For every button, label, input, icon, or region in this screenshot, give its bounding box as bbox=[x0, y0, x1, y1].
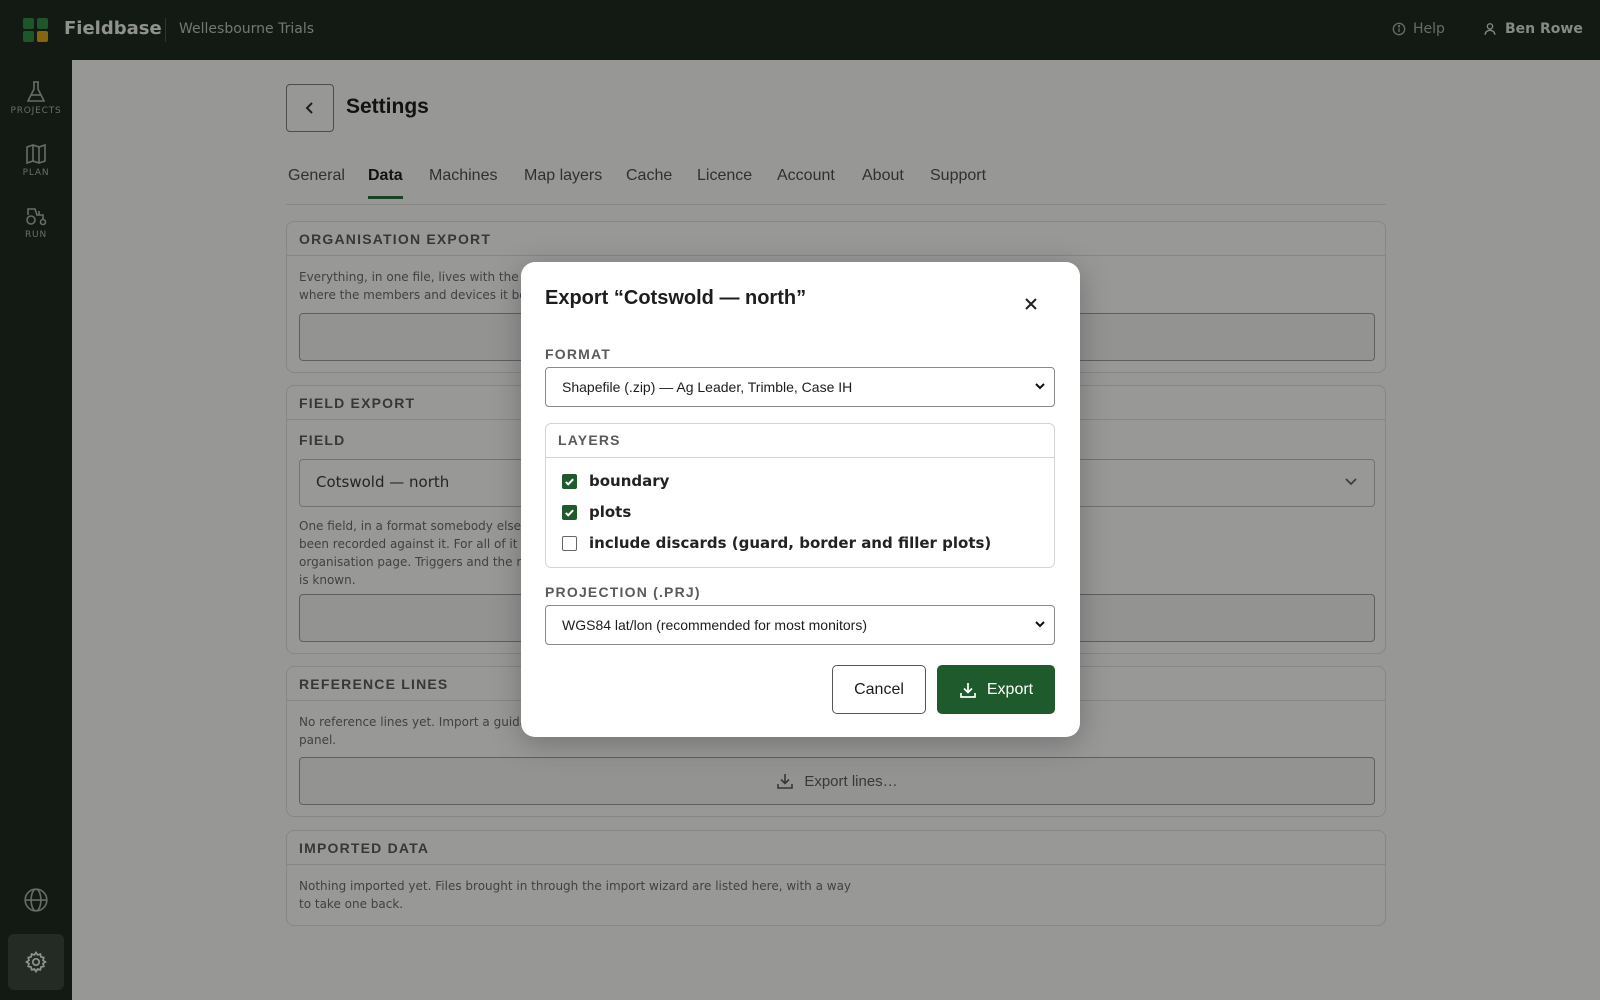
layers-label: LAYERS bbox=[546, 424, 1054, 458]
dialog-title: Export “Cotswold — north” bbox=[545, 287, 807, 309]
check-icon bbox=[565, 478, 574, 486]
layer-label: include discards (guard, border and fill… bbox=[589, 534, 992, 552]
projection-select[interactable]: WGS84 lat/lon (recommended for most moni… bbox=[545, 605, 1055, 645]
layer-label: plots bbox=[589, 503, 632, 521]
format-select-value: Shapefile (.zip) — Ag Leader, Trimble, C… bbox=[562, 379, 853, 395]
close-icon[interactable] bbox=[1023, 296, 1039, 312]
download-icon bbox=[960, 682, 976, 698]
checkbox-checked[interactable] bbox=[562, 504, 577, 520]
layer-discards-option[interactable]: include discards (guard, border and fill… bbox=[562, 534, 991, 552]
layer-plots-option[interactable]: plots bbox=[562, 503, 631, 521]
check-icon bbox=[565, 509, 574, 517]
export-button[interactable]: Export bbox=[937, 665, 1055, 714]
export-dialog: Export “Cotswold — north” FORMAT Shapefi… bbox=[521, 262, 1080, 737]
projection-select-value: WGS84 lat/lon (recommended for most moni… bbox=[562, 617, 867, 633]
checkbox-unchecked[interactable] bbox=[562, 535, 577, 551]
layer-boundary-option[interactable]: boundary bbox=[562, 472, 669, 490]
chevron-down-icon bbox=[1035, 621, 1045, 628]
format-label: FORMAT bbox=[545, 346, 612, 362]
export-button-label: Export bbox=[986, 680, 1034, 698]
projection-label: PROJECTION (.PRJ) bbox=[545, 584, 701, 600]
format-select[interactable]: Shapefile (.zip) — Ag Leader, Trimble, C… bbox=[545, 367, 1055, 407]
chevron-down-icon bbox=[1035, 383, 1045, 390]
checkbox-checked[interactable] bbox=[562, 473, 577, 489]
layers-group: LAYERS boundary plots include discards (… bbox=[545, 423, 1055, 568]
layer-label: boundary bbox=[589, 472, 670, 490]
cancel-button[interactable]: Cancel bbox=[832, 665, 926, 714]
